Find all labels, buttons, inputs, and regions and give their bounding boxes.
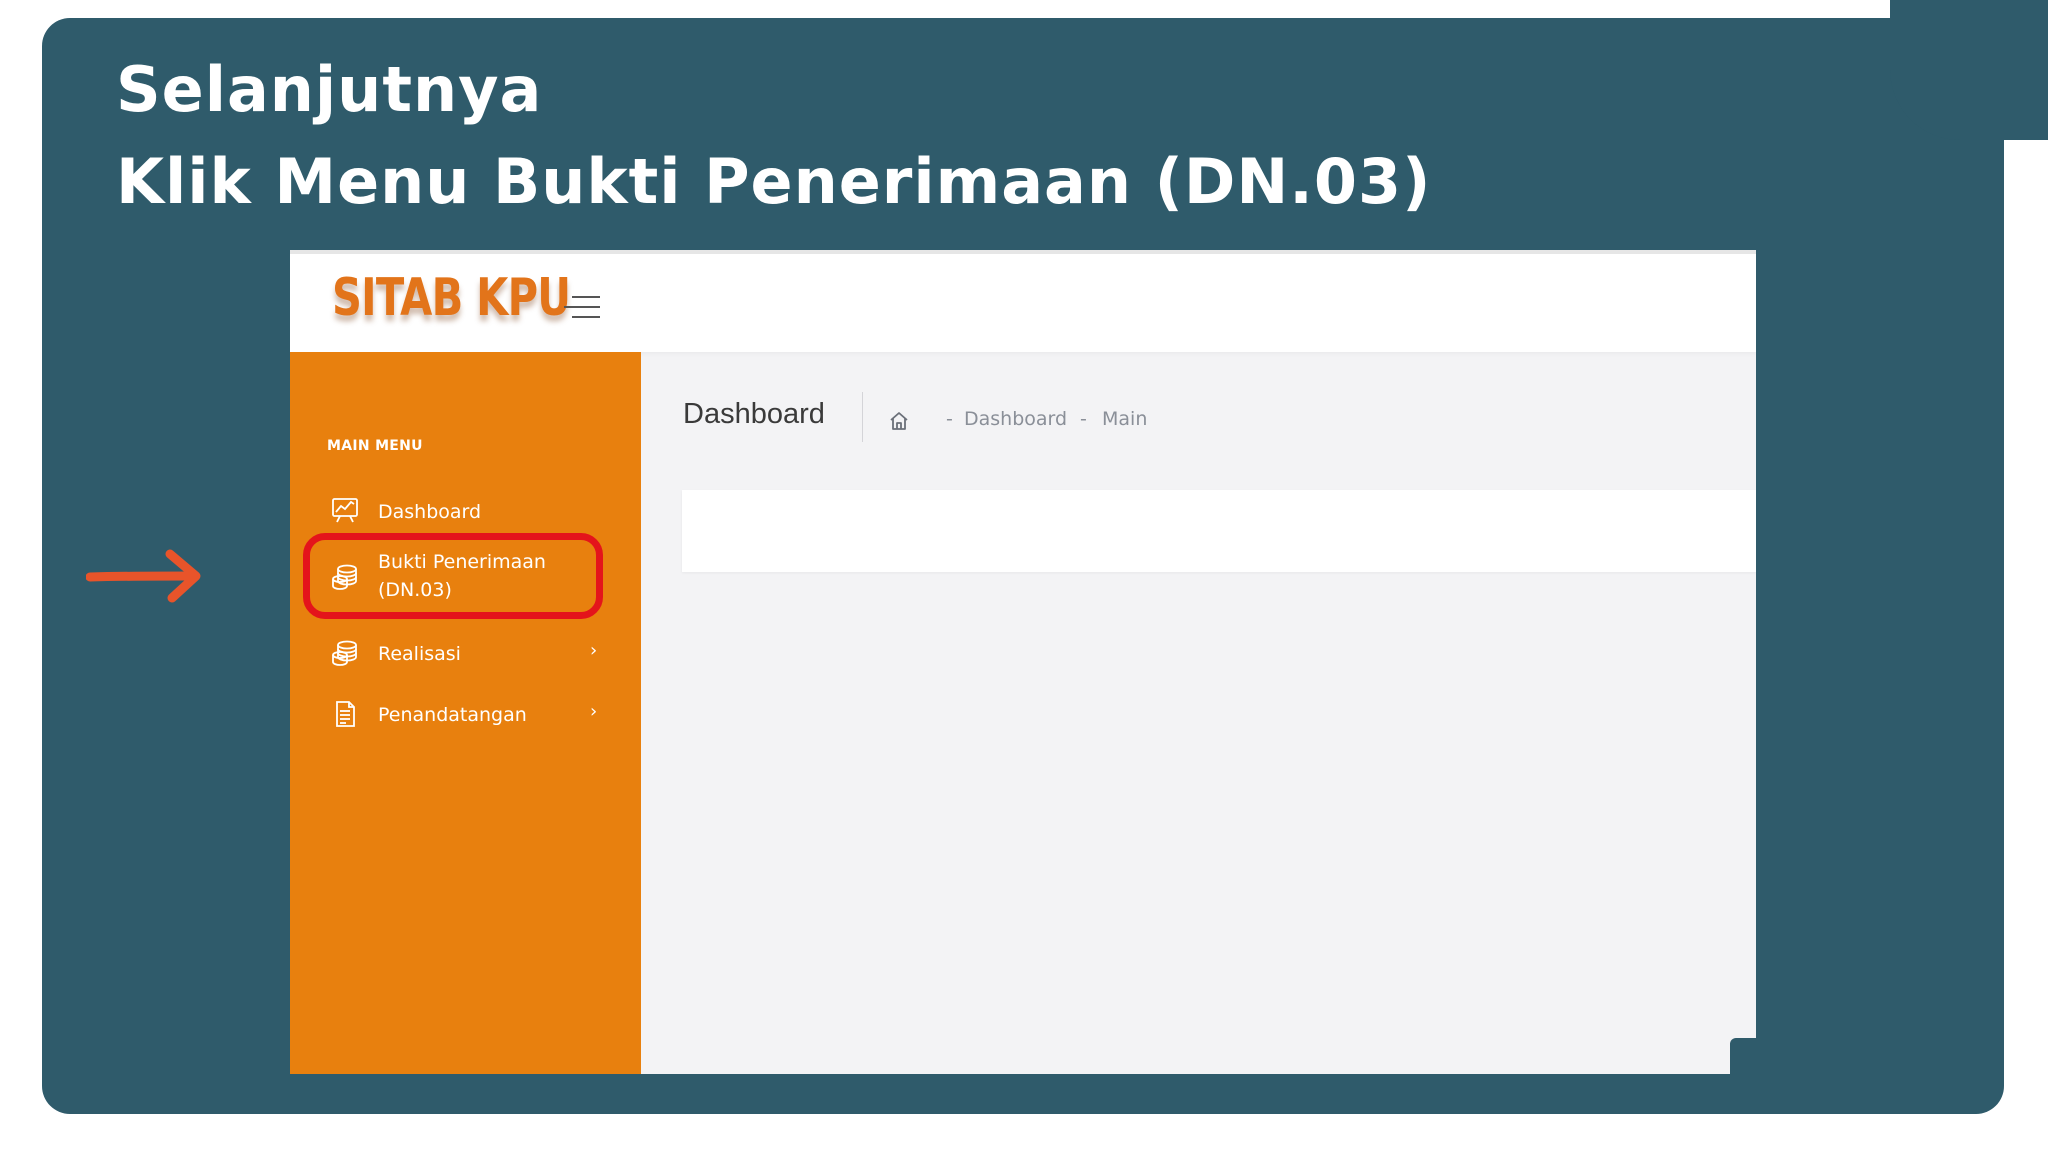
sidebar-item-realisasi[interactable]: Realisasi › bbox=[290, 634, 641, 674]
chevron-right-icon: › bbox=[590, 701, 598, 722]
corner-decoration bbox=[1890, 0, 2048, 140]
slide-title-line1: Selanjutnya bbox=[116, 53, 543, 126]
breadcrumb-separator: - bbox=[1080, 408, 1087, 430]
content-panel bbox=[682, 490, 1756, 572]
sidebar-item-label: Dashboard bbox=[378, 501, 482, 523]
document-icon bbox=[336, 701, 355, 727]
chevron-right-icon: › bbox=[590, 640, 598, 661]
chart-board-icon bbox=[332, 498, 358, 523]
app-topbar: SITAB KPU bbox=[290, 250, 1756, 356]
slide-title: Selanjutnya Klik Menu Bukti Penerimaan (… bbox=[116, 44, 1431, 228]
sidebar-item-penandatangan[interactable]: Penandatangan › bbox=[290, 695, 641, 735]
slide-title-line2: Klik Menu Bukti Penerimaan (DN.03) bbox=[116, 145, 1432, 218]
sidebar-item-dashboard[interactable]: Dashboard bbox=[290, 492, 641, 532]
brand: SITAB KPU bbox=[290, 254, 641, 356]
breadcrumb-item-main: Main bbox=[1102, 408, 1148, 430]
app-screenshot: SITAB KPU MAIN MENU Dashboard Bukti Pene… bbox=[290, 250, 1756, 1074]
page-title: Dashboard bbox=[683, 398, 825, 430]
title-divider bbox=[862, 392, 863, 442]
breadcrumb-item-dashboard[interactable]: Dashboard bbox=[964, 408, 1067, 430]
corner-decoration bbox=[1730, 1038, 1816, 1114]
sidebar-heading: MAIN MENU bbox=[327, 438, 423, 454]
home-icon[interactable] bbox=[888, 410, 910, 432]
sidebar: MAIN MENU Dashboard Bukti Penerimaan (DN… bbox=[290, 352, 641, 1074]
sidebar-item-label: Realisasi bbox=[378, 643, 461, 665]
sidebar-item-label: Penandatangan bbox=[378, 704, 527, 726]
pointer-arrow-icon bbox=[86, 549, 201, 603]
coin-stack-icon bbox=[332, 640, 357, 666]
highlight-circle bbox=[303, 533, 603, 619]
hamburger-menu-icon[interactable] bbox=[564, 296, 600, 320]
breadcrumb-separator: - bbox=[946, 408, 953, 430]
app-logo[interactable]: SITAB KPU bbox=[332, 268, 571, 328]
